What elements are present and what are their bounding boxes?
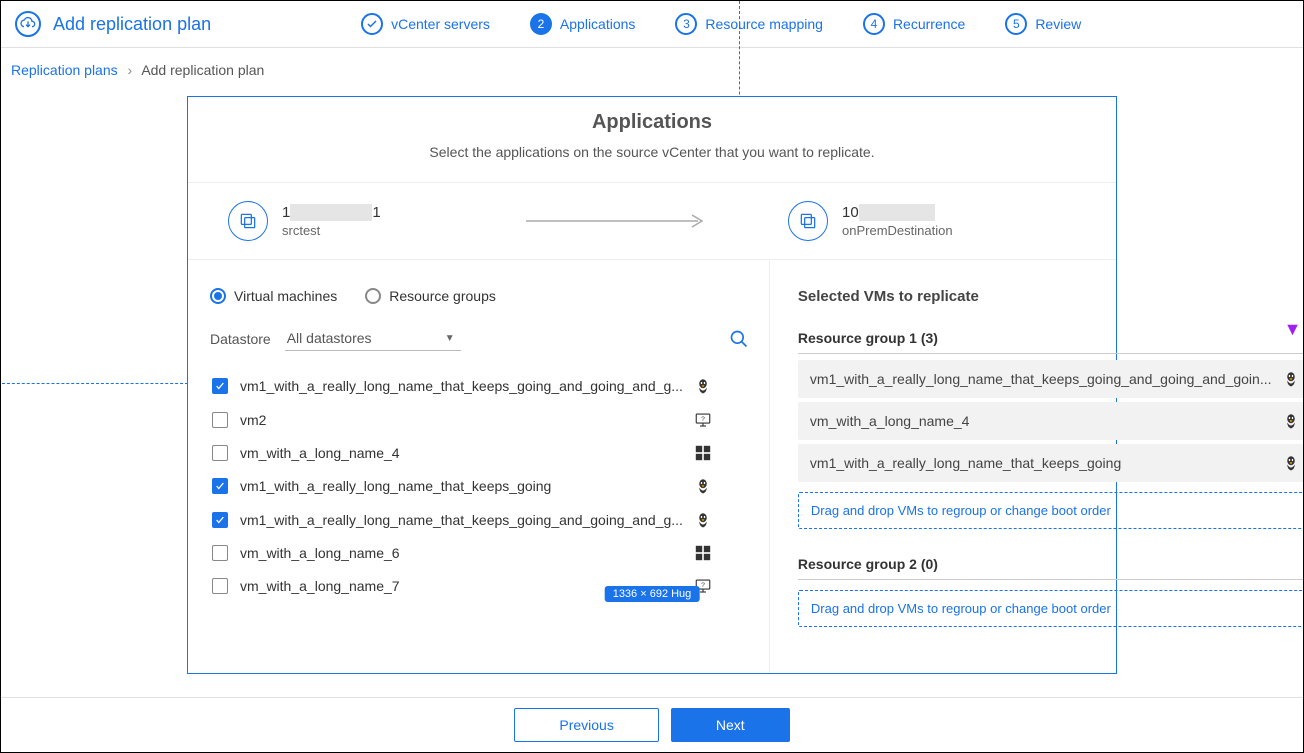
vm-checkbox[interactable] [212,478,228,494]
radio-virtual-machines[interactable]: Virtual machines [210,288,337,304]
step-label: Recurrence [893,16,965,32]
next-button[interactable]: Next [671,708,790,742]
dropzone[interactable]: Drag and drop VMs to regroup or change b… [798,492,1304,529]
step-applications[interactable]: 2 Applications [530,13,636,35]
canvas-size-badge: 1336 × 692 Hug [605,586,700,602]
step-review[interactable]: 5 Review [1005,13,1081,35]
step-label: Resource mapping [705,16,823,32]
vm-name: vm_with_a_long_name_6 [240,545,683,561]
vm-checkbox[interactable] [212,512,228,528]
dropzone[interactable]: Drag and drop VMs to regroup or change b… [798,590,1304,627]
source-ip: 1xxxxxxx1 [282,204,381,222]
svg-text:?: ? [701,582,705,589]
selected-panel: Selected VMs to replicate ▼Resource grou… [770,260,1304,673]
step-number: 2 [530,13,552,35]
linux-icon [693,377,713,395]
cloud-sync-icon [15,11,41,37]
vm-name: vm2 [240,412,683,428]
wizard-steps: vCenter servers 2 Applications 3 Resourc… [361,13,1081,35]
header: Add replication plan vCenter servers 2 A… [1,1,1303,48]
dest-ip: 10xxxxxxx [842,204,953,222]
vcenter-icon [788,201,828,241]
select-value: All datastores [287,330,372,346]
panel-header: Applications Select the applications on … [188,97,1116,182]
step-number: 3 [675,13,697,35]
vm-row[interactable]: vm1_with_a_really_long_name_that_keeps_g… [210,469,749,503]
search-icon[interactable] [729,329,749,349]
step-number: 4 [863,13,885,35]
vm-picker-panel: Virtual machines Resource groups Datasto… [188,260,770,673]
selected-vm-row[interactable]: vm1_with_a_really_long_name_that_keeps_g… [798,444,1304,482]
vm-checkbox[interactable] [212,412,228,428]
resource-group-header: ▼Resource group 1 (3) [798,329,1304,354]
radio-resource-groups[interactable]: Resource groups [365,288,496,304]
footer: Previous Next [1,697,1303,752]
linux-icon [1282,412,1302,430]
vm-name: vm1_with_a_really_long_name_that_keeps_g… [240,478,683,494]
page-title: Add replication plan [53,14,211,35]
caret-down-icon: ▼ [445,333,455,344]
datastore-select[interactable]: All datastores ▼ [285,326,461,351]
source-item: 1xxxxxxx1 srctest [228,201,516,241]
step-vcenter[interactable]: vCenter servers [361,13,490,35]
panel-title: Applications [188,111,1116,134]
vm-row[interactable]: vm1_with_a_really_long_name_that_keeps_g… [210,369,749,403]
step-resource-mapping[interactable]: 3 Resource mapping [675,13,823,35]
vm-row[interactable]: vm_with_a_long_name_6 [210,537,749,569]
vcenter-icon [228,201,268,241]
chevron-right-icon: › [128,62,133,78]
dest-name: onPremDestination [842,223,953,238]
linux-icon [693,511,713,529]
vm-checkbox[interactable] [212,545,228,561]
breadcrumb-root[interactable]: Replication plans [11,62,118,78]
selected-title: Selected VMs to replicate [798,288,1304,305]
vm-list: vm1_with_a_really_long_name_that_keeps_g… [210,369,749,603]
group-title: Resource group 2 (0) [798,556,938,572]
vm-row[interactable]: vm2? [210,403,749,437]
radio-icon [210,288,226,304]
vm-checkbox[interactable] [212,578,228,594]
datastore-label: Datastore [210,331,271,347]
dest-item: 10xxxxxxx onPremDestination [788,201,1076,241]
resource-group-header: Resource group 2 (0) [798,555,1304,580]
arrow-right-icon [516,214,716,228]
vm-row[interactable]: vm_with_a_long_name_4 [210,437,749,469]
previous-button[interactable]: Previous [514,708,658,742]
vm-name: vm1_with_a_really_long_name_that_keeps_g… [240,512,683,528]
source-name: srctest [282,223,381,238]
step-label: Review [1035,16,1081,32]
check-icon [361,13,383,35]
radio-label: Resource groups [389,288,496,304]
selected-vm-name: vm1_with_a_really_long_name_that_keeps_g… [810,371,1272,387]
vm-checkbox[interactable] [212,378,228,394]
group-title: Resource group 1 (3) [798,330,938,346]
radio-icon [365,288,381,304]
breadcrumb-current: Add replication plan [141,62,264,78]
vm-name: vm1_with_a_really_long_name_that_keeps_g… [240,378,683,394]
panel-subtitle: Select the applications on the source vC… [188,144,1116,160]
selected-vm-row[interactable]: vm1_with_a_really_long_name_that_keeps_g… [798,360,1304,398]
drag-indicator-icon: ▼ [1284,319,1302,340]
selected-vm-name: vm_with_a_long_name_4 [810,413,1272,429]
breadcrumb: Replication plans › Add replication plan [1,48,1303,96]
windows-icon [693,545,713,561]
linux-icon [1282,454,1302,472]
step-label: vCenter servers [391,16,490,32]
vm-checkbox[interactable] [212,445,228,461]
unknown-icon: ? [693,411,713,429]
source-dest-bar: 1xxxxxxx1 srctest 10xxxxxxx onPremDestin… [188,182,1116,260]
selected-vm-row[interactable]: vm_with_a_long_name_4 [798,402,1304,440]
linux-icon [693,477,713,495]
windows-icon [693,445,713,461]
svg-text:?: ? [701,416,705,423]
step-label: Applications [560,16,636,32]
radio-label: Virtual machines [234,288,337,304]
vm-row[interactable]: vm1_with_a_really_long_name_that_keeps_g… [210,503,749,537]
step-number: 5 [1005,13,1027,35]
vm-name: vm_with_a_long_name_4 [240,445,683,461]
selected-vm-name: vm1_with_a_really_long_name_that_keeps_g… [810,455,1272,471]
linux-icon [1282,370,1302,388]
step-recurrence[interactable]: 4 Recurrence [863,13,965,35]
